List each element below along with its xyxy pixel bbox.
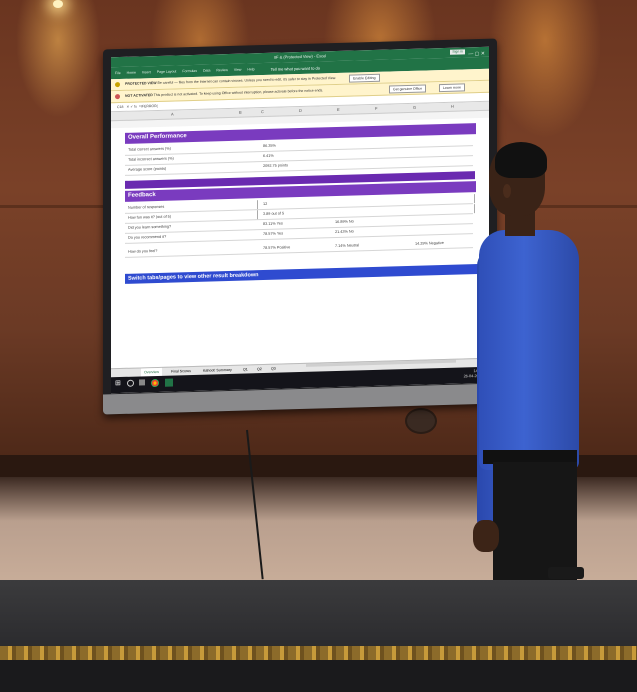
desk-edge-trim [0, 646, 637, 660]
spreadsheet-grid[interactable]: Overall Performance Total correct answer… [111, 117, 489, 369]
desk-object [548, 567, 584, 579]
tab-file[interactable]: File [115, 71, 121, 75]
excel-icon[interactable] [165, 378, 173, 387]
row-label: Total correct answers (%) [128, 146, 171, 152]
column-header[interactable]: F [375, 106, 377, 111]
interactive-display: IIF & (Protected View) - Excel Sign in —… [103, 38, 497, 415]
tab-review[interactable]: Review [216, 68, 227, 72]
row-label: Total incorrect answers (%) [128, 156, 174, 162]
tab-insert[interactable]: Insert [142, 70, 151, 74]
row-label: Average score (points) [128, 166, 167, 172]
warning-icon [115, 94, 120, 100]
presenter-ear [503, 184, 511, 198]
activation-label: NOT ACTIVATED [125, 93, 153, 98]
row-value: 16.89% No [335, 219, 354, 225]
tab-data[interactable]: Data [203, 69, 210, 73]
row-label: How fun was it? (out of 5) [128, 214, 172, 220]
presenter [465, 140, 605, 582]
row-label: Do you recommend it? [128, 234, 167, 240]
learn-more-button[interactable]: Learn more [439, 83, 465, 93]
row-value: 83.11% Yes [263, 221, 283, 227]
presenter-shirt [479, 230, 579, 470]
row-label: Did you learn something? [128, 224, 172, 230]
activation-message: This product is not activated. To keep u… [153, 88, 324, 98]
column-header[interactable]: C [261, 109, 264, 114]
row-value: 21.43% No [335, 229, 354, 235]
sign-in-button[interactable]: Sign in [450, 49, 465, 55]
classroom-scene: IIF & (Protected View) - Excel Sign in —… [0, 0, 637, 692]
enable-editing-button[interactable]: Enable Editing [349, 73, 380, 83]
column-header[interactable]: D [299, 108, 302, 113]
name-box[interactable]: C18 [117, 105, 123, 109]
row-value: 3.89 out of 5 [263, 211, 285, 217]
column-header[interactable]: B [239, 110, 242, 115]
switch-tabs-banner: Switch tabs/pages to view other result b… [125, 264, 478, 284]
tab-home[interactable]: Home [127, 71, 136, 75]
desk-front [0, 660, 637, 692]
get-genuine-office-button[interactable]: Get genuine Office [389, 84, 427, 94]
row-label: How do you feel? [128, 248, 158, 254]
row-value: 6.41% [263, 153, 274, 159]
column-header[interactable]: H [451, 104, 454, 109]
row-value: 12 [263, 201, 268, 207]
presenter-hair [495, 142, 547, 178]
tab-page-layout[interactable]: Page Layout [157, 69, 177, 74]
row-value: 78.57% Positive [263, 245, 291, 251]
column-header[interactable]: E [337, 107, 340, 112]
shield-icon [115, 82, 120, 88]
presenter-pants [493, 462, 577, 582]
tab-help[interactable]: Help [247, 67, 254, 71]
chrome-icon[interactable] [151, 378, 159, 388]
task-view-icon[interactable] [139, 379, 145, 386]
row-value: 14.29% Negative [415, 240, 444, 246]
window-title: IIF & (Protected View) - Excel [273, 53, 327, 60]
tab-formulas[interactable]: Formulas [182, 69, 197, 73]
search-icon[interactable] [127, 379, 134, 387]
protected-view-message: Be careful — files from the Internet can… [157, 75, 337, 85]
wall-fixture [405, 408, 437, 434]
row-value: 78.57% Yes [263, 231, 284, 237]
row-value: 2092.75 points [263, 163, 288, 169]
display-screen: IIF & (Protected View) - Excel Sign in —… [111, 46, 489, 394]
formula-input[interactable]: =IFERROR( [139, 104, 158, 109]
row-value: 7.14% Neutral [335, 243, 360, 249]
protected-view-label: PROTECTED VIEW [125, 81, 157, 86]
column-header[interactable]: G [413, 105, 416, 110]
row-label: Number of responses [128, 204, 165, 210]
windows-start-icon[interactable]: ⊞ [115, 380, 123, 388]
presenter-hand [473, 520, 499, 552]
tab-view[interactable]: View [234, 68, 242, 72]
row-value: 86.35% [263, 143, 276, 149]
column-header[interactable]: A [171, 112, 174, 117]
ceiling-light [53, 0, 63, 8]
window-controls[interactable]: — ▢ ✕ [468, 49, 485, 59]
tell-me-search[interactable]: Tell me what you want to do [271, 65, 320, 71]
